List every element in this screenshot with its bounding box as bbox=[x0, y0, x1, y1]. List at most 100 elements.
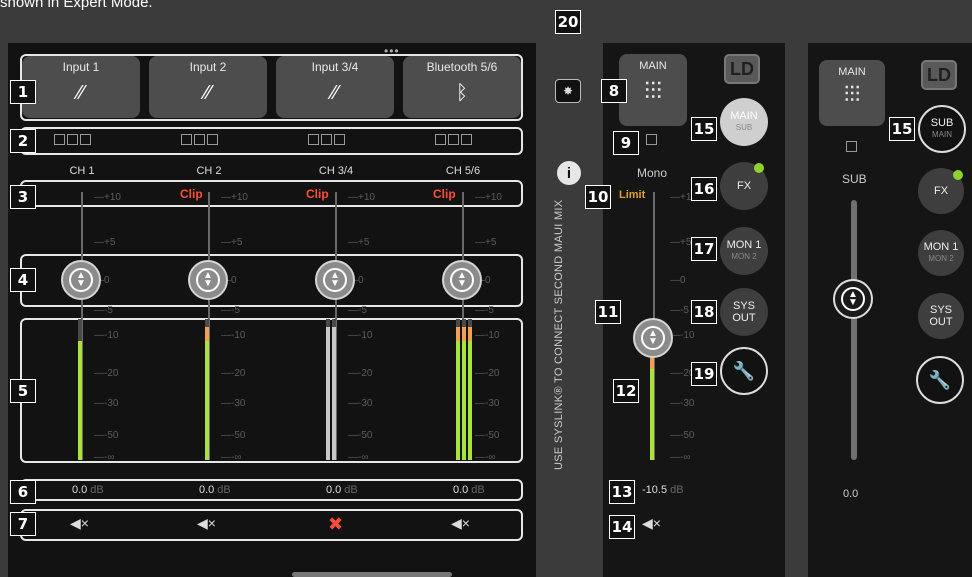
scene-icon[interactable]: ✸ bbox=[555, 79, 581, 103]
info-icon[interactable]: i bbox=[557, 161, 581, 185]
meter-segment bbox=[78, 340, 82, 348]
btn-label: FX bbox=[736, 180, 752, 192]
eq-icon[interactable] bbox=[181, 134, 192, 145]
meter-segment bbox=[205, 452, 209, 460]
mon-button[interactable]: MON 1 MON 2 bbox=[918, 230, 964, 276]
meter-segment bbox=[462, 319, 466, 327]
sub-fader-knob[interactable]: ▲ ▼ bbox=[833, 279, 873, 319]
wrench-icon[interactable]: 🔧 bbox=[720, 347, 768, 395]
meter-segment bbox=[332, 452, 336, 460]
meter-segment bbox=[78, 410, 82, 418]
meter-segment bbox=[205, 319, 209, 327]
meter-segment bbox=[462, 438, 466, 446]
mute-speaker-icon[interactable]: ◀× bbox=[642, 515, 661, 532]
channel-level[interactable]: 0.0 dB bbox=[199, 484, 231, 496]
meter-icon[interactable] bbox=[207, 134, 218, 145]
mute-speaker-icon[interactable]: ◀× bbox=[197, 515, 216, 532]
dynamics-icon[interactable] bbox=[67, 134, 78, 145]
btn-label: SUB bbox=[930, 117, 954, 129]
meter-segment bbox=[326, 452, 330, 460]
meter-icon[interactable] bbox=[80, 134, 91, 145]
meter-segment bbox=[326, 368, 330, 376]
badge: 3 bbox=[10, 185, 36, 209]
btn-sub: MON 2 bbox=[731, 252, 757, 261]
fader-knob-ch4[interactable]: ▲ ▼ bbox=[442, 260, 482, 300]
main-level[interactable]: -10.5 dB bbox=[642, 484, 684, 496]
wrench-icon[interactable]: 🔧 bbox=[916, 356, 964, 404]
meter-segment bbox=[78, 431, 82, 439]
meter-segment bbox=[205, 368, 209, 376]
meter-segment bbox=[78, 445, 82, 453]
mon-button[interactable]: MON 1 MON 2 bbox=[720, 227, 768, 275]
mute-speaker-icon[interactable]: ◀× bbox=[451, 515, 470, 532]
meter-segment bbox=[332, 389, 336, 397]
mute-speaker-icon[interactable]: ◀× bbox=[70, 515, 89, 532]
view-icons-ch1[interactable] bbox=[54, 134, 91, 145]
scale-tick: —-50 bbox=[94, 430, 119, 441]
level-value: -10.5 bbox=[642, 484, 668, 496]
dynamics-icon[interactable] bbox=[321, 134, 332, 145]
view-icons-ch2[interactable] bbox=[181, 134, 218, 145]
meter-segment bbox=[468, 438, 472, 446]
scale-tick: —-20 bbox=[348, 368, 373, 379]
meter-segment bbox=[462, 403, 466, 411]
fader-knob-ch3[interactable]: ▲ ▼ bbox=[315, 260, 355, 300]
meter-segment bbox=[205, 361, 209, 369]
meter-segment bbox=[468, 375, 472, 383]
meter-icon[interactable] bbox=[846, 141, 857, 152]
meter-segment bbox=[78, 333, 82, 341]
meter-segment bbox=[78, 368, 82, 376]
view-icons-ch4[interactable] bbox=[435, 134, 472, 145]
scale-tick: —-30 bbox=[670, 398, 695, 409]
eq-icon[interactable] bbox=[435, 134, 446, 145]
sub-level[interactable]: 0.0 bbox=[843, 488, 858, 500]
sub-fader-track[interactable] bbox=[851, 200, 857, 460]
meter-segment bbox=[456, 431, 460, 439]
meter-segment bbox=[468, 417, 472, 425]
eq-icon[interactable] bbox=[54, 134, 65, 145]
main-mixer-button[interactable]: MAIN ⫶⫶⫶ bbox=[619, 54, 687, 126]
meter-segment bbox=[456, 347, 460, 355]
badge: 13 bbox=[609, 480, 635, 504]
scroll-bar[interactable] bbox=[292, 572, 452, 577]
eq-icon[interactable] bbox=[308, 134, 319, 145]
meter-segment bbox=[462, 431, 466, 439]
clip-indicator: Clip bbox=[306, 187, 329, 201]
sys-out-button[interactable]: SYS OUT bbox=[720, 288, 768, 336]
sub-mixer-button[interactable]: MAIN ⫶⫶⫶ bbox=[819, 60, 885, 126]
meter-segment bbox=[468, 389, 472, 397]
view-icons-ch3[interactable] bbox=[308, 134, 345, 145]
meter-segment bbox=[468, 333, 472, 341]
sys-out-button[interactable]: SYS OUT bbox=[918, 293, 964, 339]
muted-speaker-icon[interactable]: ✖ bbox=[328, 514, 343, 535]
meter-segment bbox=[650, 375, 654, 383]
sliders-icon: ⫶⫶⫶ bbox=[843, 82, 861, 107]
meter-segment bbox=[468, 445, 472, 453]
channel-level[interactable]: 0.0 dB bbox=[72, 484, 104, 496]
meter-icon[interactable] bbox=[846, 141, 857, 152]
dynamics-icon[interactable] bbox=[448, 134, 459, 145]
main-label: MAIN bbox=[838, 66, 866, 78]
ld-logo: LD bbox=[724, 54, 760, 84]
meter-segment bbox=[462, 361, 466, 369]
scale-tick: —-10 bbox=[94, 330, 119, 341]
channel-level[interactable]: 0.0 dB bbox=[453, 484, 485, 496]
meter-segment bbox=[78, 424, 82, 432]
meter-segment bbox=[462, 424, 466, 432]
meter-icon[interactable] bbox=[461, 134, 472, 145]
dynamics-icon[interactable] bbox=[194, 134, 205, 145]
main-sub-toggle[interactable]: MAIN SUB bbox=[720, 98, 768, 146]
meter-icon[interactable] bbox=[334, 134, 345, 145]
meter-segment bbox=[468, 361, 472, 369]
meter-segment bbox=[456, 382, 460, 390]
meter-icon[interactable] bbox=[646, 134, 657, 145]
meter-icon[interactable] bbox=[646, 134, 657, 145]
sub-main-toggle[interactable]: SUB MAIN bbox=[918, 105, 966, 153]
fader-knob-ch2[interactable]: ▲ ▼ bbox=[188, 260, 228, 300]
level-value: 0.0 bbox=[199, 484, 215, 496]
main-fader-knob[interactable]: ▲ ▼ bbox=[633, 318, 673, 358]
meter-segment bbox=[326, 389, 330, 397]
channel-level[interactable]: 0.0 dB bbox=[326, 484, 358, 496]
badge: 14 bbox=[609, 515, 635, 539]
fader-knob-ch1[interactable]: ▲ ▼ bbox=[61, 260, 101, 300]
